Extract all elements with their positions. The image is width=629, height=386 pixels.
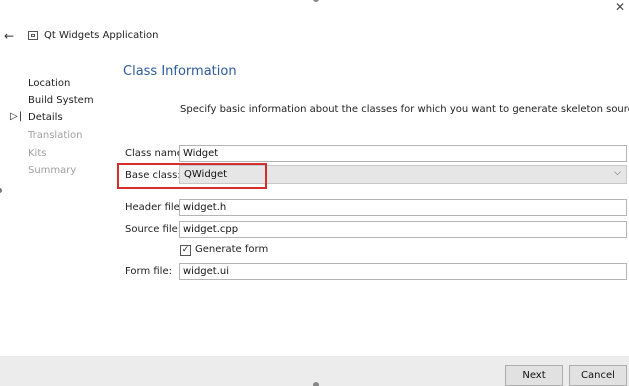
- nav-item-location[interactable]: Location: [28, 78, 70, 89]
- top-edge-dot: [313, 0, 319, 2]
- next-button[interactable]: Next: [505, 365, 563, 386]
- nav-item-summary: Summary: [28, 165, 77, 176]
- source-file-label: Source file:: [125, 224, 182, 235]
- class-name-label: Class name:: [125, 148, 187, 159]
- nav-item-build-system[interactable]: Build System: [28, 95, 94, 106]
- generate-form-checkbox[interactable]: ✓: [180, 245, 191, 256]
- page-title: Class Information: [123, 64, 237, 79]
- header-file-label: Header file:: [125, 202, 184, 213]
- close-icon[interactable]: ✕: [612, 0, 628, 15]
- nav-item-details[interactable]: Details: [28, 112, 63, 123]
- form-file-label: Form file:: [125, 266, 172, 277]
- class-name-input[interactable]: [179, 145, 627, 162]
- cancel-button[interactable]: Cancel: [569, 365, 627, 386]
- bottom-edge-dot: [313, 382, 319, 386]
- window-icon: [28, 31, 38, 40]
- form-file-input[interactable]: [179, 263, 627, 280]
- nav-item-translation: Translation: [28, 130, 83, 141]
- header-file-input[interactable]: [179, 199, 627, 216]
- nav-item-kits: Kits: [28, 148, 47, 159]
- left-edge-dot: [0, 188, 2, 193]
- current-step-marker-icon: ▷|: [10, 111, 24, 122]
- chevron-down-icon: ⌵: [614, 168, 621, 178]
- wizard-window: ✕ ← Qt Widgets Application ▷| Location B…: [0, 0, 629, 386]
- generate-form-label[interactable]: Generate form: [195, 244, 268, 255]
- window-title: Qt Widgets Application: [44, 30, 159, 41]
- base-class-highlight-box: [117, 163, 267, 189]
- back-arrow-icon[interactable]: ←: [2, 29, 16, 43]
- source-file-input[interactable]: [179, 221, 627, 238]
- page-description: Specify basic information about the clas…: [180, 104, 629, 115]
